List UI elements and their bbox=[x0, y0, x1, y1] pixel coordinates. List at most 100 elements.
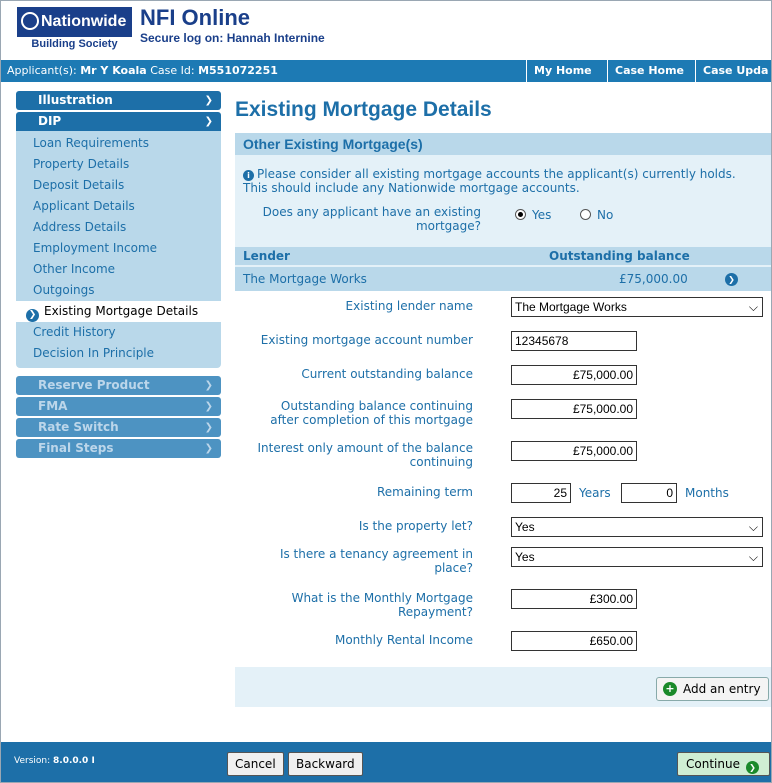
info-icon: i bbox=[243, 170, 254, 181]
nav-case-update[interactable]: Case Upda bbox=[695, 60, 771, 82]
col-outstanding-balance: Outstanding balance bbox=[549, 249, 690, 263]
tenancy-select[interactable]: Yes ⌵ bbox=[511, 547, 763, 567]
months-label: Months bbox=[685, 486, 729, 500]
radio-no[interactable]: No bbox=[580, 208, 613, 222]
section-label: Illustration bbox=[38, 93, 113, 107]
property-let-select[interactable]: Yes ⌵ bbox=[511, 517, 763, 537]
sidebar-item-applicant-details[interactable]: Applicant Details bbox=[16, 196, 221, 217]
info-line-2: This should include any Nationwide mortg… bbox=[243, 181, 580, 195]
sidebar-item-other-income[interactable]: Other Income bbox=[16, 259, 221, 280]
interest-only-input[interactable]: £75,000.00 bbox=[511, 441, 637, 461]
chevron-down-icon[interactable]: ❯ bbox=[725, 273, 738, 286]
applicant-name: Mr Y Koala bbox=[80, 64, 147, 77]
label-line-2: place? bbox=[434, 561, 473, 575]
lender-table-header: Lender Outstanding balance bbox=[235, 247, 771, 265]
case-info: Applicant(s): Mr Y Koala Case Id: M55107… bbox=[7, 60, 278, 82]
label-line-2: continuing bbox=[409, 455, 473, 469]
section-illustration[interactable]: Illustration ❯ bbox=[16, 91, 221, 110]
sidebar-item-existing-mortgage-details[interactable]: ❯ Existing Mortgage Details bbox=[16, 301, 221, 322]
case-id: M551072251 bbox=[198, 64, 278, 77]
lender-name-value: The Mortgage Works bbox=[515, 300, 627, 314]
secure-prefix: Secure log on: bbox=[140, 31, 224, 45]
sidebar-item-decision-in-principle[interactable]: Decision In Principle bbox=[16, 343, 221, 364]
term-years-input[interactable]: 25 bbox=[511, 483, 571, 503]
label-line-2: after completion of this mortgage bbox=[270, 413, 473, 427]
existing-mortgage-question: Does any applicant have an existing mort… bbox=[245, 205, 481, 233]
sidebar-item-property-details[interactable]: Property Details bbox=[16, 154, 221, 175]
question-line-1: Does any applicant have an existing bbox=[262, 205, 481, 219]
section-label: DIP bbox=[38, 114, 62, 128]
section-dip[interactable]: DIP ❯ bbox=[16, 112, 221, 131]
continuing-balance-input[interactable]: £75,000.00 bbox=[511, 399, 637, 419]
sidebar-item-employment-income[interactable]: Employment Income bbox=[16, 238, 221, 259]
radio-checked-icon bbox=[515, 209, 526, 220]
radio-no-label: No bbox=[597, 208, 614, 222]
sidebar-item-outgoings[interactable]: Outgoings bbox=[16, 280, 221, 301]
property-let-label: Is the property let? bbox=[358, 519, 473, 533]
section-label: Rate Switch bbox=[38, 420, 119, 434]
radio-yes[interactable]: Yes bbox=[515, 208, 551, 222]
chevron-down-icon: ❯ bbox=[204, 116, 213, 127]
account-number-input[interactable]: 12345678 bbox=[511, 331, 637, 351]
dropdown-arrow-icon: ⌵ bbox=[748, 300, 758, 314]
dropdown-arrow-icon: ⌵ bbox=[748, 550, 758, 564]
version-number: 8.0.0.0 I bbox=[53, 756, 95, 766]
arrow-right-icon: ❯ bbox=[745, 761, 759, 774]
secure-logon: Secure log on: Hannah Internine bbox=[140, 31, 325, 45]
rental-income-input[interactable]: £650.00 bbox=[511, 631, 637, 651]
interest-only-label: Interest only amount of the balance cont… bbox=[245, 441, 473, 469]
sidebar-item-credit-history[interactable]: Credit History bbox=[16, 322, 221, 343]
label-line-2: Repayment? bbox=[397, 605, 473, 619]
term-months-input[interactable]: 0 bbox=[621, 483, 677, 503]
nationwide-seal-icon bbox=[21, 12, 39, 30]
remaining-term-label: Remaining term bbox=[376, 485, 473, 499]
add-entry-button[interactable]: + Add an entry bbox=[656, 677, 769, 701]
label-line-1: Interest only amount of the balance bbox=[257, 441, 473, 455]
chevron-down-icon: ❯ bbox=[204, 401, 213, 412]
section-fma[interactable]: FMA ❯ bbox=[16, 397, 221, 416]
version-info: Version: 8.0.0.0 I bbox=[14, 756, 95, 766]
sidebar-item-label: Existing Mortgage Details bbox=[44, 304, 199, 318]
monthly-repayment-input[interactable]: £300.00 bbox=[511, 589, 637, 609]
tenancy-label: Is there a tenancy agreement in place? bbox=[245, 547, 473, 575]
cancel-button[interactable]: Cancel bbox=[227, 752, 284, 776]
current-balance-input[interactable]: £75,000.00 bbox=[511, 365, 637, 385]
chevron-down-icon: ❯ bbox=[204, 422, 213, 433]
info-message: i Please consider all existing mortgage a… bbox=[243, 167, 768, 195]
sidebar: Illustration ❯ DIP ❯ Loan Requirements Pro… bbox=[16, 91, 221, 460]
lender-name: The Mortgage Works bbox=[243, 272, 367, 286]
plus-icon: + bbox=[663, 682, 677, 696]
lender-row[interactable]: The Mortgage Works £75,000.00 ❯ bbox=[235, 267, 771, 291]
nav-my-home[interactable]: My Home bbox=[526, 60, 599, 82]
section-heading: Other Existing Mortgage(s) bbox=[235, 133, 771, 155]
arrow-right-icon: ❯ bbox=[26, 309, 39, 322]
continue-label: Continue bbox=[686, 757, 740, 771]
case-id-label: Case Id: bbox=[150, 64, 195, 77]
label-line-1: Outstanding balance continuing bbox=[280, 399, 473, 413]
footer: Version: 8.0.0.0 I Cancel Backward Conti… bbox=[1, 742, 771, 782]
sidebar-item-deposit-details[interactable]: Deposit Details bbox=[16, 175, 221, 196]
applicant-label: Applicant(s): bbox=[7, 64, 77, 77]
backward-button[interactable]: Backward bbox=[288, 752, 363, 776]
section-final-steps[interactable]: Final Steps ❯ bbox=[16, 439, 221, 458]
app-name: NFI Online bbox=[140, 5, 250, 30]
sidebar-item-address-details[interactable]: Address Details bbox=[16, 217, 221, 238]
lender-name-select[interactable]: The Mortgage Works ⌵ bbox=[511, 297, 763, 317]
dropdown-arrow-icon: ⌵ bbox=[748, 520, 758, 534]
continue-button[interactable]: Continue ❯ bbox=[677, 752, 770, 776]
continuing-balance-label: Outstanding balance continuing after com… bbox=[245, 399, 473, 427]
section-rate-switch[interactable]: Rate Switch ❯ bbox=[16, 418, 221, 437]
sidebar-item-loan-requirements[interactable]: Loan Requirements bbox=[16, 133, 221, 154]
logo-top-text: Nationwide bbox=[41, 13, 127, 30]
current-balance-label: Current outstanding balance bbox=[301, 367, 473, 381]
header: Nationwide Building Society NFI Online S… bbox=[1, 1, 771, 60]
monthly-repayment-label: What is the Monthly Mortgage Repayment? bbox=[245, 591, 473, 619]
label-line-1: What is the Monthly Mortgage bbox=[291, 591, 473, 605]
tenancy-value: Yes bbox=[515, 550, 535, 564]
section-reserve-product[interactable]: Reserve Product ❯ bbox=[16, 376, 221, 395]
col-lender: Lender bbox=[243, 249, 290, 263]
version-label: Version: bbox=[14, 756, 51, 766]
question-line-2: mortgage? bbox=[415, 219, 481, 233]
lender-balance: £75,000.00 bbox=[619, 272, 688, 286]
nav-case-home[interactable]: Case Home bbox=[607, 60, 692, 82]
